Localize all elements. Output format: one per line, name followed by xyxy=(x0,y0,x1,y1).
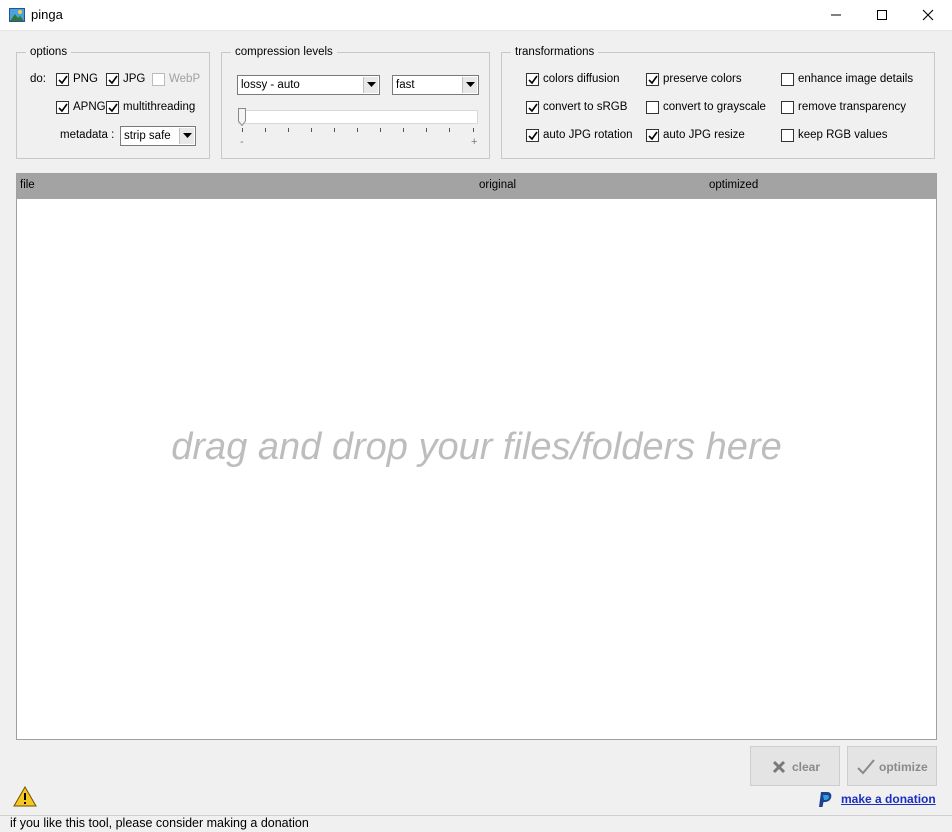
convert-to-grayscale-checkbox[interactable] xyxy=(646,101,659,114)
close-icon xyxy=(922,9,934,21)
webp-label: WebP xyxy=(169,73,201,85)
compression-speed-select[interactable]: fast xyxy=(392,75,479,95)
preserve-colors-label: preserve colors xyxy=(663,73,742,85)
compression-speed-value: fast xyxy=(396,79,415,91)
slider-tick xyxy=(449,128,450,132)
checkmark-icon xyxy=(857,759,875,775)
optimize-button-label: optimize xyxy=(879,760,928,774)
chevron-down-icon xyxy=(363,77,378,93)
compression-legend: compression levels xyxy=(235,46,333,58)
file-list-header: file original optimized xyxy=(17,174,936,199)
auto-jpg-resize-label: auto JPG resize xyxy=(663,129,745,141)
apng-label: APNG xyxy=(73,101,106,113)
compression-mode-select[interactable]: lossy - auto xyxy=(237,75,380,95)
column-header-original[interactable]: original xyxy=(479,179,516,191)
slider-tick xyxy=(426,128,427,132)
app-icon xyxy=(9,8,25,22)
clear-button-label: clear xyxy=(792,760,821,774)
webp-checkbox xyxy=(152,73,165,86)
jpg-label: JPG xyxy=(123,73,146,85)
clear-icon xyxy=(772,760,786,774)
do-label: do: xyxy=(30,73,46,85)
auto-jpg-rotation-label: auto JPG rotation xyxy=(543,129,633,141)
jpg-checkbox[interactable] xyxy=(106,73,119,86)
slider-tick xyxy=(288,128,289,132)
keep-rgb-values-checkbox[interactable] xyxy=(781,129,794,142)
slider-tick xyxy=(242,128,243,132)
maximize-button[interactable] xyxy=(859,0,905,30)
paypal-icon xyxy=(818,791,833,811)
slider-tick xyxy=(334,128,335,132)
metadata-select-value: strip safe xyxy=(124,130,171,142)
slider-tick xyxy=(311,128,312,132)
status-bar: if you like this tool, please consider m… xyxy=(0,815,952,832)
preserve-colors-checkbox[interactable] xyxy=(646,73,659,86)
chevron-down-icon xyxy=(462,77,477,93)
warning-icon xyxy=(13,786,37,810)
convert-to-grayscale-label: convert to grayscale xyxy=(663,101,766,113)
auto-jpg-rotation-checkbox[interactable] xyxy=(526,129,539,142)
auto-jpg-resize-checkbox[interactable] xyxy=(646,129,659,142)
compression-mode-value: lossy - auto xyxy=(241,79,300,91)
compression-slider-track[interactable] xyxy=(238,110,478,124)
donation-link[interactable]: make a donation xyxy=(841,792,936,806)
keep-rgb-values-label: keep RGB values xyxy=(798,129,888,141)
enhance-image-details-checkbox[interactable] xyxy=(781,73,794,86)
multithreading-label: multithreading xyxy=(123,101,196,113)
file-list[interactable]: file original optimized drag and drop yo… xyxy=(16,173,937,740)
maximize-icon xyxy=(877,10,887,20)
metadata-label: metadata : xyxy=(60,129,115,141)
remove-transparency-label: remove transparency xyxy=(798,101,907,113)
chevron-down-icon xyxy=(179,128,194,144)
compression-slider-thumb[interactable] xyxy=(238,108,246,127)
slider-tick xyxy=(357,128,358,132)
slider-tick xyxy=(473,128,474,132)
colors-diffusion-checkbox[interactable] xyxy=(526,73,539,86)
compression-group: compression levels xyxy=(221,46,490,159)
transformations-legend: transformations xyxy=(515,46,595,58)
png-checkbox[interactable] xyxy=(56,73,69,86)
remove-transparency-checkbox[interactable] xyxy=(781,101,794,114)
slider-min-label: - xyxy=(240,136,244,148)
slider-max-label: + xyxy=(471,136,478,148)
slider-tick xyxy=(403,128,404,132)
window-title: pinga xyxy=(31,7,63,22)
column-header-optimized[interactable]: optimized xyxy=(709,179,758,191)
status-text: if you like this tool, please consider m… xyxy=(10,816,309,830)
convert-to-srgb-checkbox[interactable] xyxy=(526,101,539,114)
options-legend: options xyxy=(30,46,68,58)
close-button[interactable] xyxy=(905,0,951,30)
convert-to-srgb-label: convert to sRGB xyxy=(543,101,628,113)
multithreading-checkbox[interactable] xyxy=(106,101,119,114)
slider-tick xyxy=(265,128,266,132)
optimize-button[interactable]: optimize xyxy=(847,746,937,786)
apng-checkbox[interactable] xyxy=(56,101,69,114)
clear-button[interactable]: clear xyxy=(750,746,840,786)
colors-diffusion-label: colors diffusion xyxy=(543,73,620,85)
minimize-button[interactable] xyxy=(813,0,859,30)
enhance-image-details-label: enhance image details xyxy=(798,73,914,85)
slider-tick xyxy=(380,128,381,132)
png-label: PNG xyxy=(73,73,98,85)
metadata-select[interactable]: strip safe xyxy=(120,126,196,146)
minimize-icon xyxy=(831,14,841,16)
column-header-file[interactable]: file xyxy=(20,179,35,191)
title-bar: pinga xyxy=(0,0,952,31)
drop-zone-hint: drag and drop your files/folders here xyxy=(171,426,782,468)
